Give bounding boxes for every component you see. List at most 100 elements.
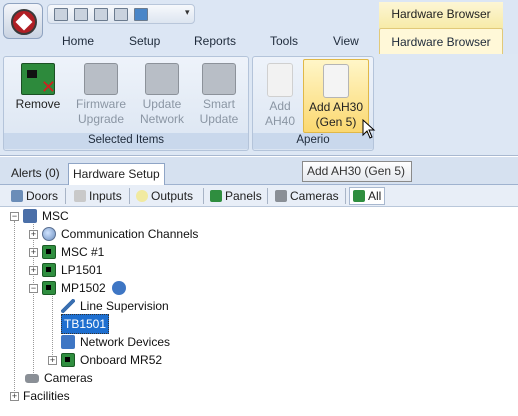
tree-node-cameras[interactable]: Cameras — [25, 369, 93, 387]
firmware-upgrade-icon — [84, 63, 118, 95]
tree-node-tb1501[interactable]: TB1501 — [61, 314, 110, 334]
reader-ah30-icon — [323, 64, 349, 98]
filter-outputs[interactable]: Outputs — [136, 187, 193, 205]
tab-reports[interactable]: Reports — [194, 34, 236, 48]
tree-node-label: Cameras — [44, 371, 93, 385]
expand-toggle[interactable]: + — [10, 391, 19, 401]
filter-inputs[interactable]: Inputs — [74, 187, 122, 205]
tree-node-label: MSC — [42, 209, 69, 223]
remove-button[interactable]: ✕ Remove — [10, 59, 66, 133]
globe-icon — [42, 227, 56, 241]
tab-hardware-browser[interactable]: Hardware Browser — [379, 28, 503, 55]
add-ah30-label-line2: (Gen 5) — [315, 115, 357, 129]
door-icon — [11, 190, 23, 202]
firmware-label-line1: Firmware — [76, 97, 126, 111]
tree-node-communication-channels[interactable]: + Communication Channels — [29, 225, 198, 243]
filter-separator — [203, 188, 204, 204]
tab-alerts[interactable]: Alerts (0) — [7, 163, 64, 185]
add-ah30-gen5-button[interactable]: Add AH30 (Gen 5) — [303, 59, 369, 133]
tree-node-mp1502[interactable]: − MP1502 — [29, 279, 131, 297]
save-icon[interactable] — [54, 7, 68, 21]
tree-node-label: Communication Channels — [61, 227, 199, 241]
tree-node-label: Onboard MR52 — [80, 353, 163, 367]
camera-icon — [25, 373, 39, 383]
filter-inputs-label: Inputs — [89, 189, 122, 203]
application-menu-button[interactable] — [3, 3, 43, 39]
camera-icon — [275, 190, 287, 202]
group-aperio: Add AH40 Add AH30 (Gen 5) Aperio — [252, 56, 374, 151]
expand-toggle[interactable]: + — [48, 355, 57, 365]
collapse-toggle[interactable]: − — [10, 211, 19, 221]
update-network-label-line1: Update — [142, 97, 182, 111]
tree-node-label: LP1501 — [61, 263, 103, 277]
tree-node-lp1501[interactable]: + LP1501 — [29, 261, 102, 279]
tooltip: Add AH30 (Gen 5) — [302, 161, 412, 182]
all-icon — [353, 190, 365, 202]
add-ah40-label-line1: Add — [269, 99, 291, 113]
panel-icon — [210, 190, 222, 202]
tree-node-facilities[interactable]: + Facilities — [10, 387, 70, 405]
tree-node-network-devices[interactable]: Network Devices — [61, 333, 170, 351]
print-icon[interactable] — [94, 7, 108, 21]
filter-all[interactable]: All — [349, 187, 386, 205]
tree-node-onboard-mr52[interactable]: + Onboard MR52 — [48, 351, 162, 369]
filter-doors[interactable]: Doors — [11, 187, 58, 205]
tab-hardware-setup[interactable]: Hardware Setup — [68, 163, 165, 185]
monitor-icon[interactable] — [134, 7, 148, 21]
group-label-aperio: Aperio — [253, 133, 373, 149]
tree-node-label: MSC #1 — [61, 245, 105, 259]
tree-node-line-supervision[interactable]: Line Supervision — [61, 297, 169, 315]
smart-update-label-line1: Smart — [202, 97, 235, 111]
firmware-label-line2: Upgrade — [77, 112, 125, 126]
remove-board-icon: ✕ — [21, 63, 56, 96]
add-ah40-button[interactable]: Add AH40 — [257, 59, 303, 133]
reader-ah40-icon — [267, 63, 293, 97]
filter-panels-label: Panels — [225, 189, 262, 203]
tree-node-msc[interactable]: − MSC — [10, 207, 69, 225]
tab-setup[interactable]: Setup — [129, 34, 160, 48]
panel-board-icon — [42, 263, 56, 277]
quick-access-toolbar — [47, 4, 195, 24]
filter-separator — [267, 188, 268, 204]
update-network-button[interactable]: Update Network — [134, 59, 190, 133]
tree-guide-line — [14, 221, 15, 395]
input-icon — [74, 190, 86, 202]
expand-toggle[interactable]: + — [29, 229, 38, 239]
filter-panels[interactable]: Panels — [210, 187, 262, 205]
smart-update-label-line2: Update — [199, 112, 239, 126]
tree-node-label: MP1502 — [61, 281, 106, 295]
line-supervision-icon — [61, 299, 75, 313]
save-all-icon[interactable] — [74, 7, 88, 21]
update-network-label-line2: Network — [139, 112, 184, 126]
collapse-toggle[interactable]: − — [29, 283, 38, 293]
filter-separator — [129, 188, 130, 204]
smart-update-icon — [202, 63, 236, 95]
print-preview-icon[interactable] — [114, 7, 128, 21]
update-network-icon — [145, 63, 179, 95]
tree-node-label-selected: TB1501 — [61, 314, 110, 334]
expand-toggle[interactable]: + — [29, 265, 38, 275]
filter-separator — [345, 188, 346, 204]
firmware-upgrade-button[interactable]: Firmware Upgrade — [70, 59, 132, 133]
bulb-icon — [136, 190, 148, 202]
filter-all-label: All — [368, 189, 382, 203]
tab-view[interactable]: View — [333, 34, 359, 48]
tab-tools[interactable]: Tools — [270, 34, 298, 48]
tree-node-msc1[interactable]: + MSC #1 — [29, 243, 104, 261]
tree-guide-line — [52, 293, 53, 359]
app-logo-icon — [11, 9, 37, 35]
network-devices-icon — [61, 335, 75, 349]
smart-update-button[interactable]: Smart Update — [192, 59, 246, 133]
group-selected-items: ✕ Remove Firmware Upgrade Update Network… — [3, 56, 249, 151]
add-ah30-label-line1: Add AH30 — [308, 100, 364, 114]
qat-customize-dropdown[interactable]: ▾ — [185, 7, 190, 18]
tree-node-label: Line Supervision — [80, 299, 169, 313]
filter-cameras[interactable]: Cameras — [275, 187, 339, 205]
filter-separator — [65, 188, 66, 204]
tab-home[interactable]: Home — [62, 34, 94, 48]
expand-toggle[interactable]: + — [29, 247, 38, 257]
tree-node-label: Facilities — [23, 389, 70, 403]
server-icon — [23, 209, 37, 223]
filter-outputs-label: Outputs — [151, 189, 194, 203]
mouse-cursor-icon — [362, 119, 376, 139]
